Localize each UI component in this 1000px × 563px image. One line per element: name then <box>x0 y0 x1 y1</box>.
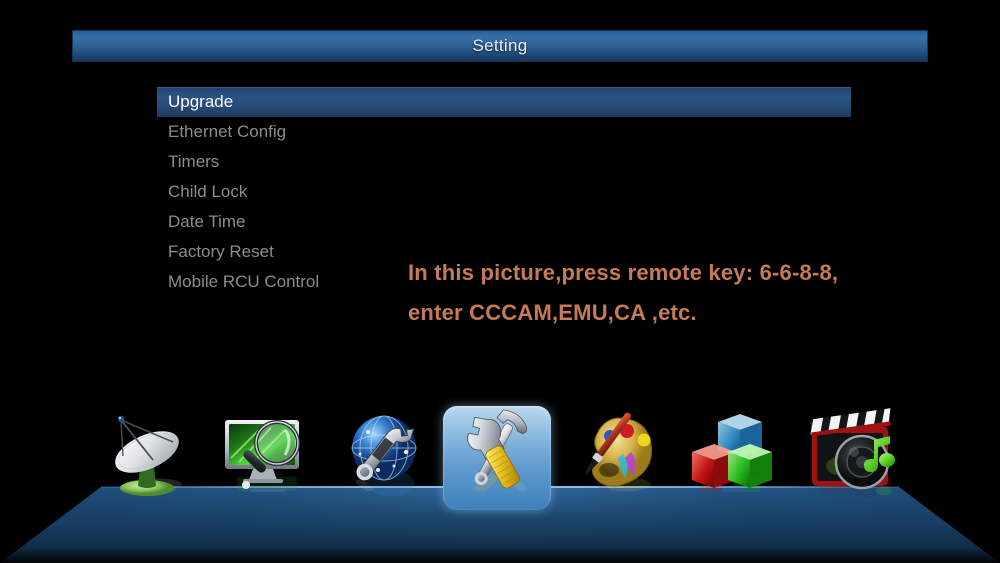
dock-item-media[interactable] <box>800 400 900 500</box>
dock-item-setting[interactable] <box>448 400 548 500</box>
paint-palette-icon <box>584 412 653 487</box>
tv-search-icon <box>225 420 300 489</box>
dock-item-network[interactable] <box>332 400 432 500</box>
window-title-bar: Setting <box>72 30 928 62</box>
icon-dock <box>0 400 1000 500</box>
menu-item-child-lock[interactable]: Child Lock <box>157 177 851 207</box>
network-globe-wrench-icon <box>351 415 417 481</box>
menu-item-upgrade[interactable]: Upgrade <box>157 87 851 117</box>
menu-item-ethernet-config[interactable]: Ethernet Config <box>157 117 851 147</box>
satellite-dish-icon <box>115 415 179 496</box>
tools-icon <box>467 409 528 489</box>
page-title: Setting <box>472 36 528 55</box>
annotation-line-1: In this picture,press remote key: 6-6-8-… <box>408 260 839 285</box>
annotation-overlay: In this picture,press remote key: 6-6-8-… <box>408 253 968 333</box>
menu-item-timers[interactable]: Timers <box>157 147 851 177</box>
blocks-icon <box>692 414 772 488</box>
menu-item-date-time[interactable]: Date Time <box>157 207 851 237</box>
annotation-line-2: enter CCCAM,EMU,CA ,etc. <box>408 300 697 325</box>
stb-settings-screen: Setting Upgrade Ethernet Config Timers C… <box>0 0 1000 563</box>
dock-item-channel-search[interactable] <box>215 400 315 500</box>
media-player-icon <box>809 408 895 490</box>
dock-item-installation[interactable] <box>97 400 197 500</box>
dock-item-applications[interactable] <box>682 400 782 500</box>
dock-item-appearance[interactable] <box>565 400 665 500</box>
